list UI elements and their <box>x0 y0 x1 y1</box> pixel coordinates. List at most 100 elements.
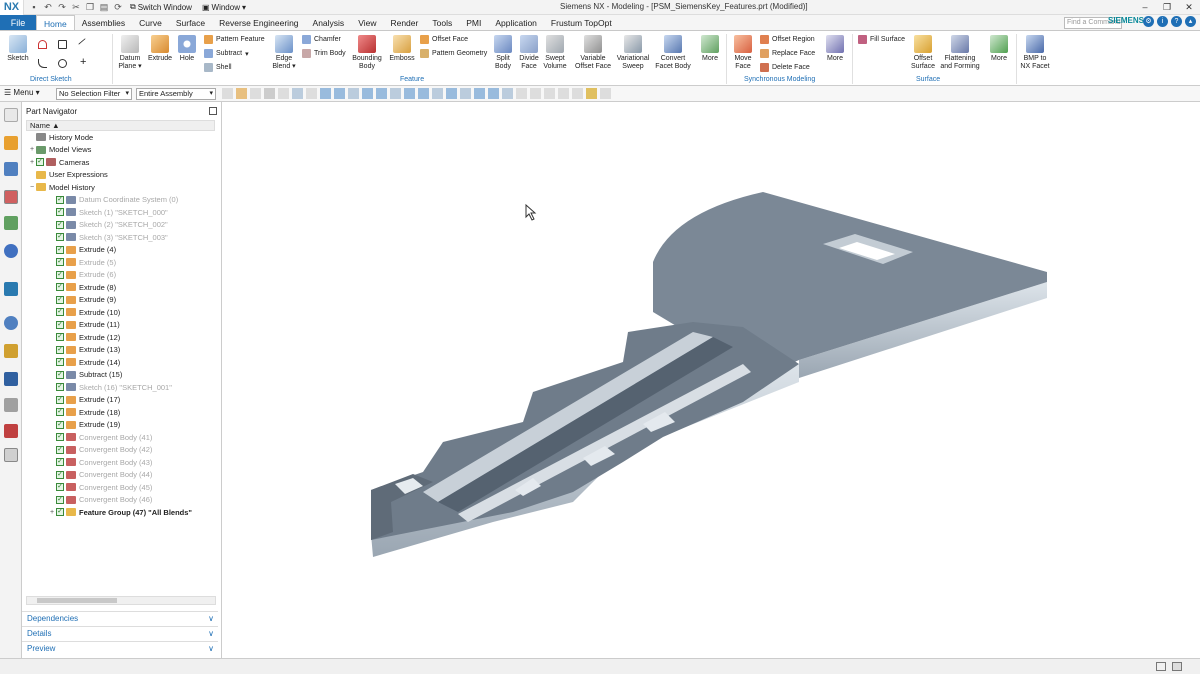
chamfer-button[interactable]: Chamfer <box>302 34 341 45</box>
visibility-checkbox[interactable]: ✓ <box>56 245 64 254</box>
ribbon-options-icon[interactable]: ▴ <box>1185 16 1196 27</box>
window-menu-button[interactable]: ▣ Window ▾ <box>198 1 250 14</box>
visibility-checkbox[interactable]: ✓ <box>56 208 64 217</box>
split-body-button[interactable]: Split Body <box>490 35 516 71</box>
bounding-body-button[interactable]: Bounding Body <box>350 35 384 71</box>
scope-select[interactable]: Entire Assembly <box>136 88 216 100</box>
quadrant-icon[interactable] <box>446 88 457 99</box>
sketch-button[interactable]: Sketch <box>4 35 32 63</box>
tab-pmi[interactable]: PMI <box>459 15 488 30</box>
panel-dependencies[interactable]: Dependencies ∨ <box>22 611 218 625</box>
extrude-button[interactable]: Extrude <box>146 35 174 63</box>
tab-surface[interactable]: Surface <box>169 15 212 30</box>
curve-icon[interactable] <box>404 88 415 99</box>
undo-icon[interactable]: ↶ <box>42 2 54 13</box>
tree-row[interactable]: + ✓ Cameras <box>26 156 221 169</box>
arc-icon[interactable] <box>38 39 47 50</box>
section-icon[interactable] <box>544 88 555 99</box>
reuse-library-icon[interactable] <box>4 216 18 230</box>
status-layout-icon[interactable] <box>1156 662 1166 671</box>
delete-face-button[interactable]: Delete Face <box>760 62 810 73</box>
line-snap-icon[interactable] <box>362 88 373 99</box>
cut-icon[interactable]: ✂ <box>70 2 82 13</box>
visibility-checkbox[interactable]: ✓ <box>56 320 64 329</box>
tree-row[interactable]: + ✓ Feature Group (47) "All Blends" <box>26 506 221 519</box>
help-icon[interactable]: ? <box>1171 16 1182 27</box>
menu-button[interactable]: ☰ Menu ▾ <box>4 88 40 97</box>
filter-icon[interactable] <box>222 88 233 99</box>
bmp-to-nx-facet-button[interactable]: BMP to NX Facet <box>1018 35 1052 71</box>
visibility-checkbox[interactable]: ✓ <box>56 420 64 429</box>
visibility-checkbox[interactable]: ✓ <box>56 308 64 317</box>
constraint-navigator-icon[interactable] <box>4 162 18 176</box>
visibility-checkbox[interactable]: ✓ <box>56 395 64 404</box>
fillet-icon[interactable] <box>38 58 47 69</box>
part-navigator-icon[interactable] <box>4 190 18 204</box>
history-icon[interactable] <box>4 282 18 296</box>
visibility-checkbox[interactable]: ✓ <box>56 370 64 379</box>
tree-row[interactable]: ✓ Convergent Body (41) <box>26 431 221 444</box>
tree-row[interactable]: ✓ Extrude (17) <box>26 394 221 407</box>
visibility-checkbox[interactable]: ✓ <box>56 470 64 479</box>
tab-curve[interactable]: Curve <box>132 15 169 30</box>
switch-window-button[interactable]: ⧉ Switch Window <box>126 1 196 14</box>
tree-row[interactable]: ✓ Extrude (18) <box>26 406 221 419</box>
face-rule-icon[interactable] <box>292 88 303 99</box>
tree-row[interactable]: ✓ Extrude (14) <box>26 356 221 369</box>
variational-sweep-button[interactable]: Variational Sweep <box>614 35 652 71</box>
tree-row[interactable]: ✓ Extrude (8) <box>26 281 221 294</box>
nearest-icon[interactable] <box>488 88 499 99</box>
visibility-checkbox[interactable]: ✓ <box>56 445 64 454</box>
work-view-icon[interactable] <box>572 88 583 99</box>
point-snap-icon[interactable] <box>460 88 471 99</box>
pattern-geometry-button[interactable]: Pattern Geometry <box>420 48 487 59</box>
curve-rule-icon[interactable] <box>306 88 317 99</box>
maximize-panel-icon[interactable] <box>209 107 217 115</box>
system-materials-icon[interactable] <box>4 372 18 386</box>
pattern-feature-button[interactable]: Pattern Feature <box>204 34 265 45</box>
visibility-checkbox[interactable]: ✓ <box>56 508 64 517</box>
panel-details[interactable]: Details ∨ <box>22 626 218 640</box>
offset-face-button[interactable]: Offset Face <box>420 34 468 45</box>
fill-surface-button[interactable]: Fill Surface <box>858 34 905 45</box>
deselect-icon[interactable] <box>264 88 275 99</box>
tree-row[interactable]: ✓ Subtract (15) <box>26 369 221 382</box>
circle-icon[interactable] <box>58 58 67 69</box>
trim-body-button[interactable]: Trim Body <box>302 48 346 59</box>
visibility-checkbox[interactable]: ✓ <box>56 483 64 492</box>
tree-row[interactable]: − Model History <box>26 181 221 194</box>
offset-region-button[interactable]: Offset Region <box>760 34 815 45</box>
visibility-checkbox[interactable]: ✓ <box>56 195 64 204</box>
tree-row[interactable]: ✓ Convergent Body (44) <box>26 469 221 482</box>
paste-icon[interactable]: ▤ <box>98 2 110 13</box>
line-icon[interactable] <box>78 38 91 51</box>
key-model[interactable] <box>223 102 1200 658</box>
intersection-icon[interactable] <box>418 88 429 99</box>
tree-row[interactable]: ✓ Extrude (4) <box>26 244 221 257</box>
select-icon[interactable] <box>250 88 261 99</box>
tree-row[interactable]: ✓ Extrude (19) <box>26 419 221 432</box>
tree-row[interactable]: ✓ Extrude (12) <box>26 331 221 344</box>
tree-row[interactable]: ✓ Extrude (11) <box>26 319 221 332</box>
column-header-name[interactable]: Name ▲ <box>26 120 215 131</box>
tab-analysis[interactable]: Analysis <box>306 15 352 30</box>
visibility-checkbox[interactable]: ✓ <box>56 333 64 342</box>
visibility-checkbox[interactable]: ✓ <box>56 383 64 392</box>
highlight-icon[interactable] <box>586 88 597 99</box>
resource-settings-icon[interactable] <box>4 108 18 122</box>
tree-row[interactable]: + Model Views <box>26 144 221 157</box>
zoom-icon[interactable] <box>334 88 345 99</box>
scrollbar-thumb[interactable] <box>37 598 117 603</box>
expand-toggle-icon[interactable]: + <box>28 159 36 166</box>
tree-row[interactable]: ✓ Sketch (1) "SKETCH_000" <box>26 206 221 219</box>
settings-icon[interactable]: ⚙ <box>1143 16 1154 27</box>
more-surface-button[interactable]: More <box>986 35 1012 63</box>
file-tab[interactable]: File <box>0 15 36 30</box>
tree-row[interactable]: ✓ Datum Coordinate System (0) <box>26 194 221 207</box>
visibility-checkbox[interactable]: ✓ <box>56 295 64 304</box>
tab-frustum-topopt[interactable]: Frustum TopOpt <box>544 15 619 30</box>
rotate-icon[interactable] <box>348 88 359 99</box>
visibility-checkbox[interactable]: ✓ <box>56 270 64 279</box>
visibility-checkbox[interactable]: ✓ <box>56 495 64 504</box>
view-orient-icon[interactable] <box>516 88 527 99</box>
